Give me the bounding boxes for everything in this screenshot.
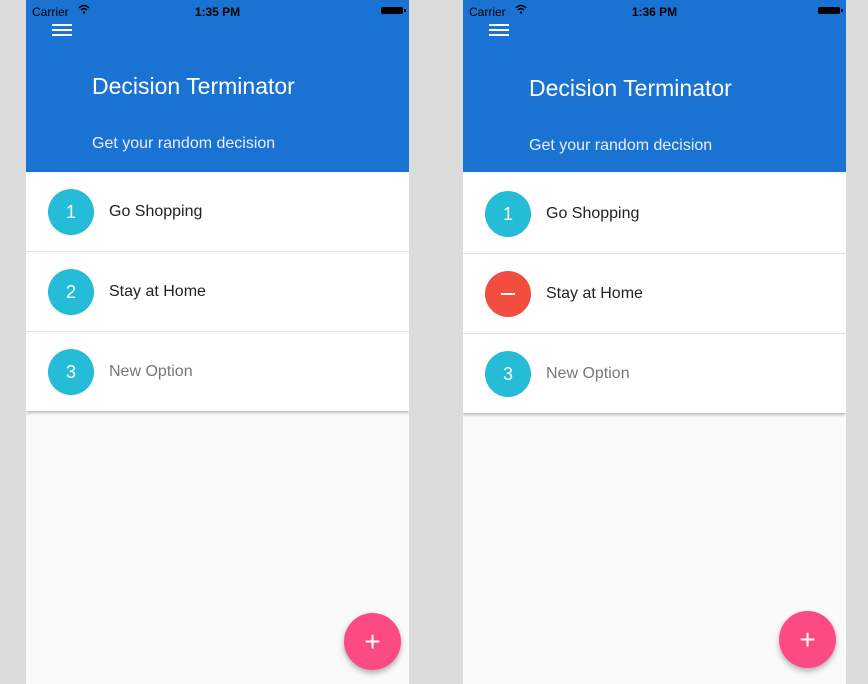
page-subtitle: Get your random decision [529, 137, 713, 154]
list-item[interactable]: Stay at Home [463, 254, 846, 334]
option-badge[interactable]: 3 [48, 349, 94, 395]
status-time: 1:35 PM [194, 5, 241, 19]
status-bar: Carrier 1:36 PM [463, 0, 846, 20]
option-badge[interactable]: 2 [48, 269, 94, 315]
options-list: 1 Go Shopping Stay at Home 3 New Option [463, 174, 846, 413]
screen-after: Carrier 1:36 PM Decision Terminator Get … [463, 0, 846, 684]
option-badge[interactable]: 1 [48, 189, 94, 235]
app-header: Carrier 1:36 PM Decision Terminator Get … [463, 0, 846, 172]
new-option-input[interactable]: New Option [109, 363, 193, 381]
add-option-button[interactable]: + [344, 613, 401, 670]
option-label[interactable]: Stay at Home [109, 283, 206, 301]
minus-icon [501, 293, 515, 295]
page-title: Decision Terminator [92, 73, 295, 99]
hamburger-menu-icon[interactable] [489, 22, 509, 38]
status-bar: Carrier 1:35 PM [26, 0, 409, 20]
option-badge[interactable]: 3 [485, 351, 531, 397]
list-item[interactable]: 3 New Option [26, 332, 409, 411]
list-item[interactable]: 3 New Option [463, 334, 846, 413]
list-item[interactable]: 1 Go Shopping [463, 174, 846, 254]
option-label[interactable]: Go Shopping [109, 203, 202, 221]
new-option-input[interactable]: New Option [546, 365, 630, 383]
remove-option-button[interactable] [485, 271, 531, 317]
app-header: Carrier 1:35 PM Decision Terminator Get … [26, 0, 409, 172]
option-label[interactable]: Go Shopping [546, 205, 639, 223]
list-item[interactable]: 1 Go Shopping [26, 172, 409, 252]
page-subtitle: Get your random decision [92, 135, 276, 152]
list-item[interactable]: 2 Stay at Home [26, 252, 409, 332]
option-label[interactable]: Stay at Home [546, 285, 643, 303]
battery-icon [818, 7, 843, 14]
hamburger-menu-icon[interactable] [52, 22, 72, 38]
screen-before: Carrier 1:35 PM Decision Terminator Get … [26, 0, 409, 684]
option-badge[interactable]: 1 [485, 191, 531, 237]
status-time: 1:36 PM [631, 5, 678, 19]
add-option-button[interactable]: + [779, 611, 836, 668]
options-list: 1 Go Shopping 2 Stay at Home 3 New Optio… [26, 172, 409, 411]
battery-icon [381, 7, 406, 14]
page-title: Decision Terminator [529, 75, 732, 101]
